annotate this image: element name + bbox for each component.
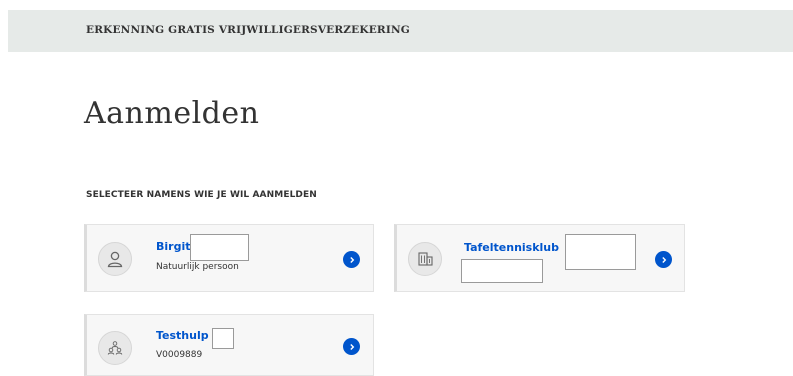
image-placeholder [190,234,249,261]
group-icon [98,331,132,365]
chevron-right-icon [661,256,666,263]
app-title: ERKENNING GRATIS VRIJWILLIGERSVERZEKERIN… [86,24,410,36]
account-card-tafeltennisklub[interactable]: Tafeltennisklub [394,224,685,292]
person-icon [98,242,132,276]
account-name-link[interactable]: Birgit [156,240,190,253]
account-id: V0009889 [156,350,203,360]
select-account-button[interactable] [655,251,672,268]
account-name-link[interactable]: Testhulp [156,329,209,342]
account-card-testhulp[interactable]: Testhulp V0009889 [84,314,374,376]
top-header-bar: ERKENNING GRATIS VRIJWILLIGERSVERZEKERIN… [8,10,793,52]
building-icon [408,242,442,276]
account-name-link[interactable]: Tafeltennisklub [464,241,559,254]
image-placeholder [212,328,234,349]
chevron-right-icon [349,343,354,350]
image-placeholder [461,259,543,283]
page-title: Aanmelden [84,96,260,131]
account-subtitle: Natuurlijk persoon [156,262,239,272]
select-account-button[interactable] [343,251,360,268]
chevron-right-icon [349,256,354,263]
select-account-button[interactable] [343,338,360,355]
section-heading: SELECTEER NAMENS WIE JE WIL AANMELDEN [86,190,317,200]
account-card-birgit[interactable]: Birgit Natuurlijk persoon [84,224,374,292]
image-placeholder [565,234,636,270]
